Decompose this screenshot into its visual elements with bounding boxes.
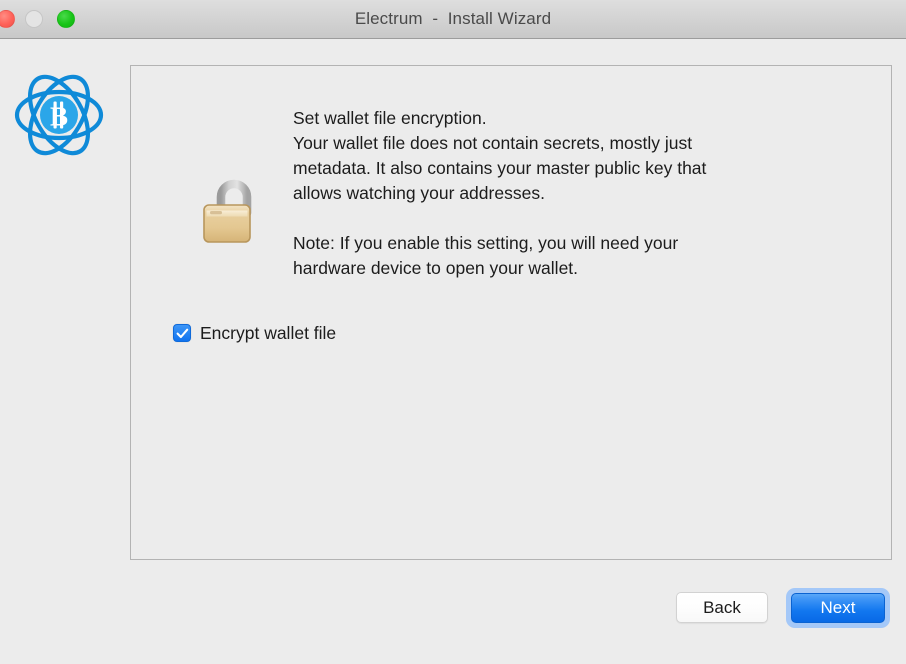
electrum-logo-icon: B [12,68,106,162]
back-button[interactable]: Back [676,592,768,623]
message-line: metadata. It also contains your master p… [293,158,707,178]
install-wizard-window: Electrum - Install Wizard B Set wallet f… [0,0,906,664]
next-button-focus-ring: Next [786,588,890,628]
wizard-content-panel: Set wallet file encryption. Your wallet … [130,65,892,560]
open-padlock-icon [199,171,261,243]
message-line: Note: If you enable this setting, you wi… [293,233,679,253]
message-line: Set wallet file encryption. [293,108,487,128]
checkbox-box[interactable] [173,324,191,342]
message-line: Your wallet file does not contain secret… [293,133,693,153]
wizard-button-bar: Back Next [0,586,906,636]
encryption-description: Set wallet file encryption. Your wallet … [293,106,833,281]
window-title: Electrum - Install Wizard [354,9,552,28]
checkmark-icon [176,328,188,338]
encrypt-wallet-file-checkbox[interactable]: Encrypt wallet file [173,323,336,343]
checkbox-label: Encrypt wallet file [200,323,337,343]
message-line: hardware device to open your wallet. [293,258,579,278]
next-button[interactable]: Next [791,593,885,623]
window-titlebar: Electrum - Install Wizard [0,0,906,39]
message-line: allows watching your addresses. [293,183,545,203]
svg-text:B: B [50,102,68,132]
